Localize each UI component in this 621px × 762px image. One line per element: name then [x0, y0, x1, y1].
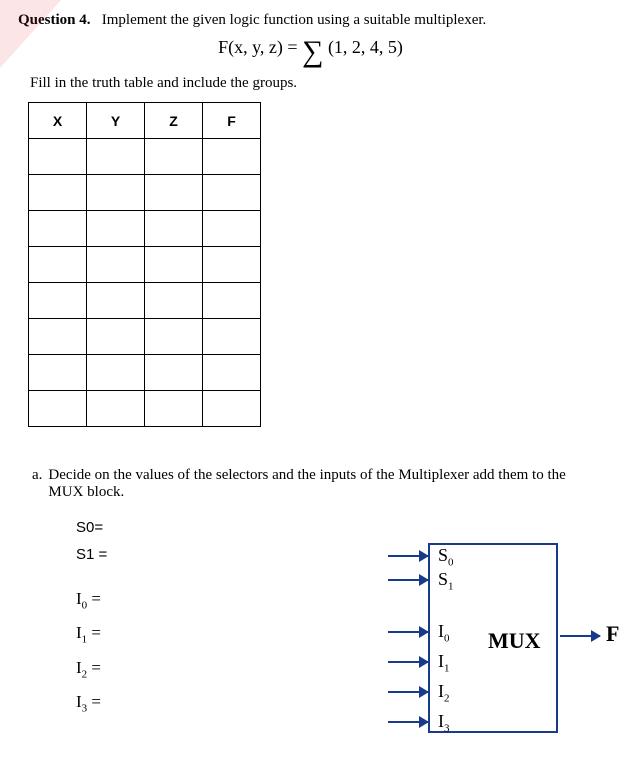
port-s0: S0	[438, 545, 454, 569]
table-row	[29, 283, 261, 319]
arrow-s1	[388, 579, 428, 581]
selector-s0: S0=	[76, 519, 603, 536]
arrow-out	[560, 635, 600, 637]
sigma-symbol: ∑	[302, 43, 323, 61]
arrow-i2	[388, 691, 428, 693]
th-z: Z	[145, 103, 203, 139]
table-row	[29, 139, 261, 175]
table-row	[29, 175, 261, 211]
arrow-i0	[388, 631, 428, 633]
formula-lhs: F(x, y, z) =	[218, 37, 302, 57]
table-row	[29, 355, 261, 391]
port-i1: I1	[438, 651, 450, 675]
port-s1: S1	[438, 569, 454, 593]
table-row	[29, 391, 261, 427]
th-f: F	[203, 103, 261, 139]
truth-table: X Y Z F	[28, 102, 261, 427]
part-a: a. Decide on the values of the selectors…	[32, 467, 603, 501]
th-y: Y	[87, 103, 145, 139]
mux-output-label: F	[606, 621, 619, 647]
port-i2: I2	[438, 681, 450, 705]
arrow-i1	[388, 661, 428, 663]
mux-diagram: MUX S0 S1 I0 I1 I2 I3 F	[368, 543, 608, 743]
question-prompt: Implement the given logic function using…	[102, 12, 487, 28]
th-x: X	[29, 103, 87, 139]
arrow-i3	[388, 721, 428, 723]
mux-title: MUX	[488, 628, 541, 654]
part-a-text: Decide on the values of the selectors an…	[48, 467, 603, 501]
formula-terms: (1, 2, 4, 5)	[328, 37, 403, 57]
arrow-s0	[388, 555, 428, 557]
port-i3: I3	[438, 711, 450, 735]
table-row	[29, 319, 261, 355]
table-header-row: X Y Z F	[29, 103, 261, 139]
part-a-marker: a.	[32, 467, 42, 501]
table-row	[29, 211, 261, 247]
formula: F(x, y, z) = ∑ (1, 2, 4, 5)	[18, 37, 603, 61]
question-label: Question 4.	[18, 12, 91, 28]
instruction: Fill in the truth table and include the …	[30, 75, 603, 92]
table-row	[29, 247, 261, 283]
question-line: Question 4. Implement the given logic fu…	[18, 12, 603, 29]
port-i0: I0	[438, 621, 450, 645]
table-body	[29, 139, 261, 427]
